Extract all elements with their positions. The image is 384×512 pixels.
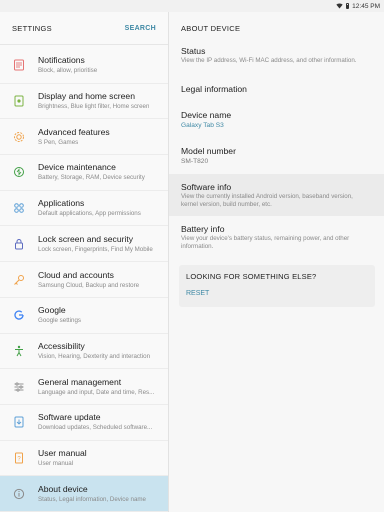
legal-information-item[interactable]: Legal information	[169, 84, 384, 108]
about-device-title: ABOUT DEVICE	[181, 24, 241, 33]
sidebar-item-subtitle: S Pen, Games	[38, 138, 79, 146]
looking-for-something-else-card: LOOKING FOR SOMETHING ELSE? RESET	[179, 265, 375, 307]
sidebar-item-subtitle: Default applications, App permissions	[38, 210, 141, 218]
applications-icon	[12, 201, 26, 215]
settings-header: SETTINGS SEARCH	[0, 12, 168, 45]
sidebar-item-subtitle: Google settings	[38, 317, 81, 325]
device-name-item[interactable]: Device name Galaxy Tab S3	[169, 110, 384, 142]
sidebar-item-subtitle: Brightness, Blue light filter, Home scre…	[38, 103, 150, 111]
battery-info-title: Battery info	[181, 224, 225, 234]
sidebar-item-about-device[interactable]: About device Status, Legal information, D…	[0, 476, 168, 512]
sidebar-item-general-management[interactable]: General management Language and input, Da…	[0, 369, 168, 405]
sidebar-item-title: Advanced features	[38, 126, 110, 137]
reset-button[interactable]: RESET	[186, 290, 209, 297]
sidebar-item-title: Google	[38, 305, 66, 316]
sidebar-item-subtitle: User manual	[38, 460, 74, 468]
sidebar-item-subtitle: Language and input, Date and time, Res..…	[38, 388, 155, 396]
sidebar-item-user-manual[interactable]: ? User manual User manual	[0, 441, 168, 477]
about-device-header: ABOUT DEVICE	[169, 12, 384, 45]
sidebar-item-title: Applications	[38, 198, 85, 209]
battery-info-subtitle-line2: information.	[181, 243, 214, 250]
sidebar-item-title: Cloud and accounts	[38, 269, 114, 280]
about-device-icon	[12, 487, 26, 501]
sidebar-item-subtitle: Vision, Hearing, Dexterity and interacti…	[38, 352, 151, 360]
advanced-features-icon	[12, 130, 26, 144]
sidebar-item-cloud-accounts[interactable]: Cloud and accounts Samsung Cloud, Backup …	[0, 262, 168, 298]
model-number-title: Model number	[181, 146, 236, 156]
sidebar-item-title: Display and home screen	[38, 91, 135, 102]
legal-information-title: Legal information	[181, 84, 247, 94]
device-name-title: Device name	[181, 110, 232, 120]
cloud-accounts-icon	[12, 273, 26, 287]
sidebar-item-notifications[interactable]: Notifications Block, allow, prioritise	[0, 48, 168, 84]
sidebar-item-subtitle: Samsung Cloud, Backup and restore	[38, 281, 140, 289]
sidebar-item-software-update[interactable]: Software update Download updates, Schedul…	[0, 405, 168, 441]
sidebar-item-display[interactable]: Display and home screen Brightness, Blue …	[0, 84, 168, 120]
battery-info-item[interactable]: Battery info View your device's battery …	[169, 224, 384, 264]
general-management-icon	[12, 380, 26, 394]
google-icon	[12, 308, 26, 322]
sidebar-item-google[interactable]: Google Google settings	[0, 298, 168, 334]
model-number-value: SM-T820	[181, 158, 209, 165]
sidebar-item-subtitle: Download updates, Scheduled software...	[38, 424, 153, 432]
settings-pane: SETTINGS SEARCH Notifications Block, allo…	[0, 12, 169, 512]
battery-icon	[346, 3, 350, 9]
lock-screen-icon	[12, 237, 26, 251]
sidebar-item-title: User manual	[38, 448, 87, 459]
sidebar-item-subtitle: Block, allow, prioritise	[38, 67, 98, 75]
battery-info-subtitle-line1: View your device's battery status, remai…	[181, 235, 350, 242]
model-number-item[interactable]: Model number SM-T820	[169, 146, 384, 176]
status-bar: 12:45 PM	[0, 0, 384, 12]
software-info-item[interactable]: Software info View the currently install…	[169, 174, 384, 216]
sidebar-item-subtitle: Battery, Storage, RAM, Device security	[38, 174, 145, 182]
sidebar-item-title: Software update	[38, 412, 101, 423]
notifications-icon	[12, 58, 26, 72]
settings-title: SETTINGS	[12, 23, 52, 33]
status-time: 12:45 PM	[352, 2, 380, 10]
sidebar-item-lock-screen[interactable]: Lock screen and security Lock screen, Fin…	[0, 227, 168, 263]
status-item[interactable]: Status View the IP address, Wi-Fi MAC ad…	[169, 46, 384, 80]
software-info-title: Software info	[181, 182, 232, 192]
search-button[interactable]: SEARCH	[125, 25, 156, 32]
accessibility-icon	[12, 344, 26, 358]
display-icon	[12, 94, 26, 108]
sidebar-item-title: Lock screen and security	[38, 233, 134, 244]
device-name-value: Galaxy Tab S3	[181, 122, 224, 129]
about-device-pane: ABOUT DEVICE Status View the IP address,…	[169, 12, 384, 512]
status-title: Status	[181, 46, 206, 56]
user-manual-icon: ?	[12, 451, 26, 465]
sidebar-item-title: Notifications	[38, 55, 85, 66]
sidebar-item-title: Device maintenance	[38, 162, 116, 173]
device-maintenance-icon	[12, 165, 26, 179]
sidebar-item-advanced-features[interactable]: Advanced features S Pen, Games	[0, 119, 168, 156]
status-subtitle: View the IP address, Wi-Fi MAC address, …	[181, 57, 357, 64]
wifi-icon	[336, 3, 343, 9]
looking-for-title: LOOKING FOR SOMETHING ELSE?	[186, 272, 317, 281]
sidebar-item-title: Accessibility	[38, 340, 85, 351]
sidebar-item-subtitle: Lock screen, Fingerprints, Find My Mobil…	[38, 245, 153, 253]
sidebar-item-accessibility[interactable]: Accessibility Vision, Hearing, Dexterity …	[0, 334, 168, 370]
software-info-subtitle-line1: View the currently installed Android ver…	[181, 193, 353, 200]
software-info-subtitle-line2: kernel version, build number, etc.	[181, 201, 272, 208]
svg-text:?: ?	[17, 457, 21, 463]
sidebar-item-title: About device	[38, 483, 88, 494]
software-update-icon	[12, 415, 26, 429]
sidebar-item-title: General management	[38, 376, 122, 387]
sidebar-item-subtitle: Status, Legal information, Device name	[38, 495, 146, 503]
sidebar-item-device-maintenance[interactable]: Device maintenance Battery, Storage, RAM,…	[0, 155, 168, 191]
sidebar-item-applications[interactable]: Applications Default applications, App pe…	[0, 191, 168, 227]
